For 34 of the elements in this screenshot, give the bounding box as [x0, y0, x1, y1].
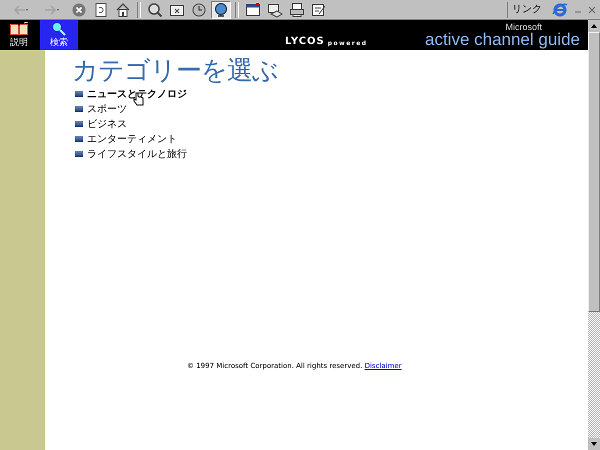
bullet-icon [75, 90, 83, 96]
category-link[interactable]: エンターティメント [87, 132, 177, 146]
bullet-icon [75, 120, 83, 126]
page-icon [93, 2, 109, 18]
category-link[interactable]: ライフスタイルと旅行 [87, 146, 187, 160]
scroll-thumb[interactable] [588, 32, 600, 312]
print-button[interactable] [287, 0, 307, 18]
explorer-tab[interactable]: 検索 [40, 20, 78, 50]
up-arrow-icon [591, 24, 597, 28]
explorer-tab[interactable]: 説明 [0, 20, 38, 50]
scroll-down-button[interactable] [588, 438, 600, 450]
brand-name: Microsoft [505, 22, 542, 32]
scroll-up-button[interactable] [588, 20, 600, 32]
mail-icon [267, 2, 283, 18]
globe-icon [213, 2, 229, 18]
bullet-icon [75, 136, 83, 142]
category-link[interactable]: ビジネス [87, 116, 127, 130]
browser-logo-icon [552, 2, 568, 18]
bullet-icon [75, 150, 83, 156]
book-icon [9, 22, 29, 36]
links-button[interactable]: リンク [507, 2, 546, 18]
magnifier-icon [51, 22, 67, 36]
bullet-icon [75, 106, 83, 112]
down-arrow-icon [591, 442, 597, 446]
fullscreen-button[interactable] [243, 0, 263, 18]
page-title: カテゴリーを選ぶ [72, 56, 279, 86]
window-icon [245, 2, 261, 18]
home-icon [115, 2, 131, 18]
category-link[interactable]: スポーツ [87, 102, 127, 116]
search-icon [147, 2, 163, 18]
channels-button[interactable] [211, 0, 231, 18]
product-name: active channel guide [424, 32, 580, 48]
edit-icon [311, 2, 327, 18]
close-icon[interactable] [588, 6, 596, 14]
